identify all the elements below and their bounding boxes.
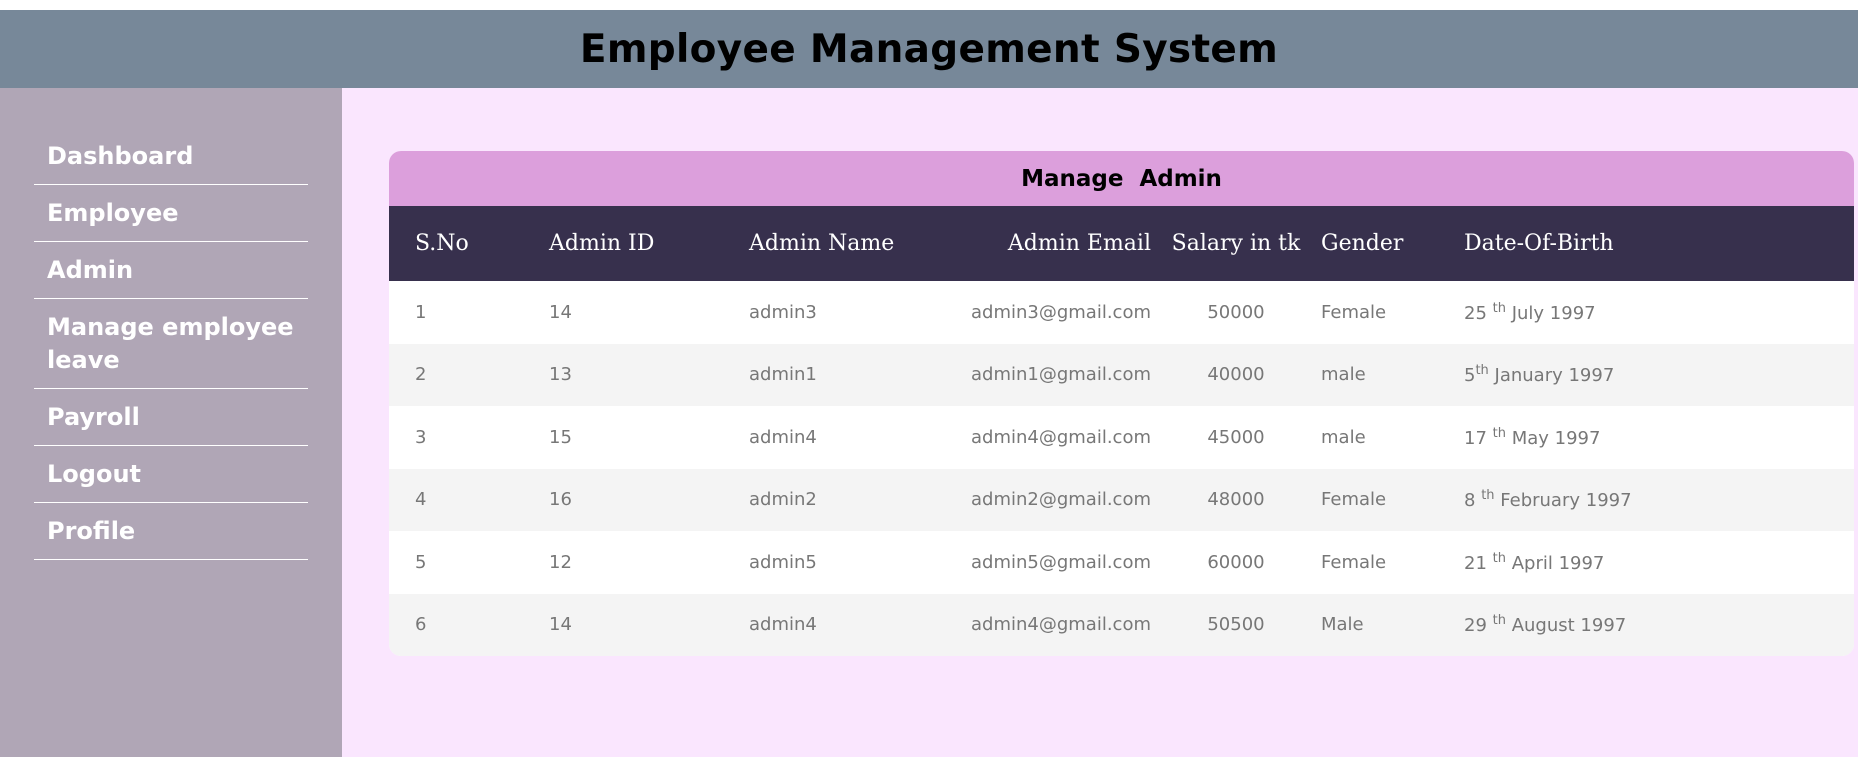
cell-dob: 29 th August 1997: [1464, 594, 1854, 657]
cell-gender: Female: [1321, 551, 1387, 573]
cell-salary: 45000: [1207, 426, 1265, 448]
column-header-salary: Salary in tk: [1171, 231, 1301, 256]
cell-dob: 25 th July 1997: [1464, 281, 1854, 344]
sidebar: Dashboard Employee Admin Manage employee…: [0, 88, 342, 757]
cell-admin-name: admin4: [749, 614, 817, 636]
cell-gender: Female: [1321, 301, 1387, 323]
dob-suffix: th: [1475, 363, 1489, 379]
dob-suffix: th: [1492, 613, 1506, 629]
cell-gender: male: [1321, 364, 1366, 386]
dob-month-year: February 1997: [1494, 490, 1632, 512]
app-title: Employee Management System: [579, 26, 1279, 72]
panel-title: Manage Admin: [389, 151, 1854, 206]
cell-admin-name: admin2: [749, 489, 817, 511]
dob-month-year: April 1997: [1505, 552, 1605, 574]
dob-day: 5: [1464, 365, 1476, 387]
dob-month-year: May 1997: [1505, 427, 1601, 449]
dob-suffix: th: [1481, 488, 1495, 504]
cell-admin-id: 14: [549, 614, 572, 636]
cell-admin-id: 14: [549, 301, 572, 323]
table-row: 1 14 admin3 admin3@gmail.com 50000 Femal…: [389, 281, 1854, 344]
admin-table: S.No Admin ID Admin Name Admin Email Sal…: [389, 206, 1854, 656]
sidebar-item-dashboard[interactable]: Dashboard: [34, 128, 308, 185]
dob-suffix: th: [1492, 425, 1506, 441]
dob-day: 17: [1464, 427, 1493, 449]
sidebar-menu: Dashboard Employee Admin Manage employee…: [34, 128, 308, 560]
app-header: Employee Management System: [0, 10, 1858, 88]
cell-admin-email: admin2@gmail.com: [970, 489, 1151, 511]
cell-sno: 4: [415, 489, 427, 511]
table-row: 4 16 admin2 admin2@gmail.com 48000 Femal…: [389, 468, 1854, 532]
cell-salary: 50000: [1207, 301, 1265, 323]
sidebar-item-employee[interactable]: Employee: [34, 185, 308, 242]
column-header-admin-name: Admin Name: [749, 231, 895, 256]
table-row: 2 13 admin1 admin1@gmail.com 40000 male …: [389, 343, 1854, 407]
dob-day: 25: [1464, 302, 1493, 324]
table-header-row: S.No Admin ID Admin Name Admin Email Sal…: [389, 206, 1854, 281]
cell-dob: 17 th May 1997: [1464, 406, 1854, 469]
cell-admin-id: 15: [549, 426, 572, 448]
dob-month-year: July 1997: [1505, 302, 1596, 324]
cell-salary: 60000: [1207, 551, 1265, 573]
column-header-admin-id: Admin ID: [549, 231, 655, 256]
dob-day: 21: [1464, 552, 1493, 574]
cell-admin-email: admin4@gmail.com: [970, 426, 1151, 448]
cell-admin-email: admin5@gmail.com: [970, 551, 1151, 573]
cell-dob: 21 th April 1997: [1464, 531, 1854, 594]
sidebar-item-admin[interactable]: Admin: [34, 242, 308, 299]
cell-admin-id: 13: [549, 364, 572, 386]
main-content: Manage Admin S.No Admin ID Admin Name Ad…: [342, 88, 1858, 757]
column-header-dob: Date-Of-Birth: [1464, 231, 1614, 256]
manage-admin-panel: Manage Admin S.No Admin ID Admin Name Ad…: [389, 151, 1854, 656]
column-header-admin-email: Admin Email: [1007, 231, 1151, 256]
dob-month-year: January 1997: [1488, 365, 1615, 387]
cell-admin-name: admin5: [749, 551, 817, 573]
dob-month-year: August 1997: [1505, 615, 1627, 637]
cell-salary: 40000: [1207, 364, 1265, 386]
cell-sno: 5: [415, 551, 427, 573]
cell-dob: 8 th February 1997: [1464, 469, 1854, 532]
dob-day: 8: [1464, 490, 1482, 512]
cell-admin-id: 16: [549, 489, 572, 511]
cell-salary: 48000: [1207, 489, 1265, 511]
cell-dob: 5th January 1997: [1464, 344, 1854, 407]
cell-admin-email: admin3@gmail.com: [970, 301, 1151, 323]
sidebar-item-logout[interactable]: Logout: [34, 446, 308, 503]
table-row: 5 12 admin5 admin5@gmail.com 60000 Femal…: [389, 531, 1854, 594]
cell-gender: Male: [1321, 614, 1364, 636]
sidebar-item-manage-employee-leave[interactable]: Manage employee leave: [34, 299, 308, 389]
dob-suffix: th: [1492, 300, 1506, 316]
cell-admin-email: admin4@gmail.com: [970, 614, 1151, 636]
cell-admin-email: admin1@gmail.com: [970, 364, 1151, 386]
cell-sno: 1: [415, 301, 427, 323]
cell-admin-name: admin4: [749, 426, 817, 448]
table-row: 3 15 admin4 admin4@gmail.com 45000 male …: [389, 406, 1854, 469]
dob-suffix: th: [1492, 550, 1506, 566]
cell-admin-name: admin1: [749, 364, 817, 386]
cell-salary: 50500: [1207, 614, 1265, 636]
table-row: 6 14 admin4 admin4@gmail.com 50500 Male …: [389, 593, 1854, 657]
cell-sno: 2: [415, 364, 427, 386]
sidebar-item-payroll[interactable]: Payroll: [34, 389, 308, 446]
cell-gender: male: [1321, 426, 1366, 448]
column-header-sno: S.No: [415, 231, 469, 256]
cell-admin-name: admin3: [749, 301, 817, 323]
cell-gender: Female: [1321, 489, 1387, 511]
cell-admin-id: 12: [549, 551, 572, 573]
sidebar-item-profile[interactable]: Profile: [34, 503, 308, 560]
column-header-gender: Gender: [1321, 231, 1404, 256]
cell-sno: 3: [415, 426, 427, 448]
dob-day: 29: [1464, 615, 1493, 637]
cell-sno: 6: [415, 614, 427, 636]
